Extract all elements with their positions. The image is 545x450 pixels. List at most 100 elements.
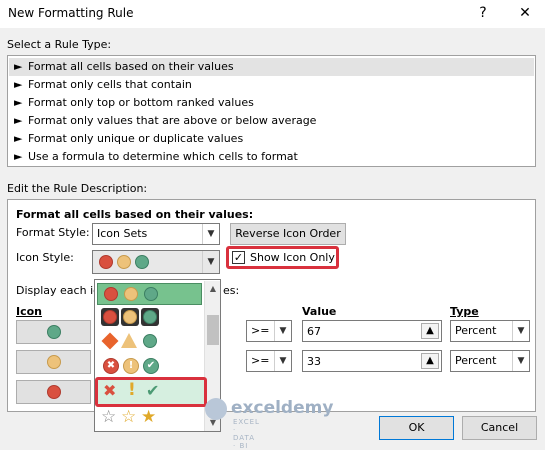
icon-style-option[interactable] xyxy=(97,283,202,305)
circled-x-icon: ✖ xyxy=(103,358,119,374)
display-each-icon-label-start: Display each ic xyxy=(16,284,100,297)
rule-type-item-label: Format all cells based on their values xyxy=(28,60,234,73)
arrow-icon: ► xyxy=(14,114,23,127)
rule-type-item[interactable]: ► Format all cells based on their values xyxy=(9,58,534,76)
rule-type-item[interactable]: ► Format only values that are above or be… xyxy=(9,112,534,130)
exclamation-icon: ! xyxy=(128,380,136,400)
arrow-icon: ► xyxy=(14,150,23,163)
yellow-circle-icon xyxy=(117,255,131,269)
yellow-triangle-icon xyxy=(121,333,137,348)
value-text: 67 xyxy=(307,325,321,338)
operator-select-2[interactable]: >= ▼ xyxy=(246,350,292,372)
format-style-select[interactable]: Icon Sets ▼ xyxy=(92,223,220,245)
chevron-down-icon: ▼ xyxy=(512,321,529,341)
arrow-icon: ► xyxy=(14,132,23,145)
operator-value: >= xyxy=(251,324,270,337)
value-column-header: Value xyxy=(302,305,337,318)
green-circle-icon xyxy=(47,325,61,339)
rule-type-item-label: Format only top or bottom ranked values xyxy=(28,96,254,109)
rule-type-item[interactable]: ► Format only cells that contain xyxy=(9,76,534,94)
rule-type-label: Select a Rule Type: xyxy=(7,38,112,51)
red-diamond-icon xyxy=(101,332,119,350)
type-value: Percent xyxy=(455,354,497,367)
icon-rule-2-button[interactable] xyxy=(16,350,91,374)
icon-style-option-highlighted[interactable]: ✖ ! ✔ xyxy=(95,377,207,407)
cancel-button[interactable]: Cancel xyxy=(462,416,537,440)
rimmed-yellow-light-icon xyxy=(121,308,139,326)
red-circle-icon xyxy=(104,287,118,301)
scroll-up-icon[interactable]: ▲ xyxy=(205,281,221,297)
chevron-down-icon: ▼ xyxy=(274,321,291,341)
reverse-icon-order-button[interactable]: Reverse Icon Order xyxy=(230,223,346,245)
chevron-down-icon: ▼ xyxy=(202,224,219,244)
description-heading: Format all cells based on their values: xyxy=(16,208,254,221)
value-text: 33 xyxy=(307,355,321,368)
yellow-circle-icon xyxy=(47,355,61,369)
show-icon-only-label: Show Icon Only xyxy=(250,251,335,264)
icon-column-header: Icon xyxy=(16,305,43,318)
green-circle-icon xyxy=(135,255,149,269)
circled-exclamation-icon: ! xyxy=(123,358,139,374)
rule-type-item-label: Format only cells that contain xyxy=(28,78,192,91)
rule-description-panel: Format all cells based on their values: … xyxy=(7,199,536,412)
arrow-icon: ► xyxy=(14,60,23,73)
type-column-header: Type xyxy=(450,305,479,318)
rule-type-item[interactable]: ► Use a formula to determine which cells … xyxy=(9,148,534,166)
format-style-label: Format Style: xyxy=(16,226,90,239)
icon-style-label: Icon Style: xyxy=(16,251,74,264)
green-circle-icon xyxy=(144,287,158,301)
ok-button[interactable]: OK xyxy=(379,416,454,440)
x-mark-icon: ✖ xyxy=(103,381,117,400)
close-button[interactable]: ✕ xyxy=(508,0,542,26)
green-circle-icon xyxy=(143,334,157,348)
help-button[interactable]: ? xyxy=(468,0,498,26)
icon-style-option[interactable]: ✖ ! ✔ xyxy=(97,355,202,377)
watermark-tagline: EXCEL · DATA · BI xyxy=(233,418,260,450)
rule-type-item[interactable]: ► Format only top or bottom ranked values xyxy=(9,94,534,112)
icon-style-option[interactable] xyxy=(97,307,202,329)
exceldemy-logo xyxy=(205,398,227,420)
title-bar: New Formatting Rule ? ✕ xyxy=(0,0,545,28)
yellow-circle-icon xyxy=(124,287,138,301)
up-arrow-icon[interactable]: ▲ xyxy=(421,353,439,369)
arrow-icon: ► xyxy=(14,78,23,91)
chevron-down-icon: ▼ xyxy=(274,351,291,371)
star-half-icon: ☆ xyxy=(121,407,137,427)
icon-style-option[interactable] xyxy=(97,331,202,353)
red-circle-icon xyxy=(47,385,61,399)
arrow-icon: ► xyxy=(14,96,23,109)
type-value: Percent xyxy=(455,324,497,337)
rimmed-green-light-icon xyxy=(141,308,159,326)
display-each-icon-label-end: es: xyxy=(223,284,240,297)
rule-type-item[interactable]: ► Format only unique or duplicate values xyxy=(9,130,534,148)
icon-rule-3-button[interactable] xyxy=(16,380,91,404)
format-style-value: Icon Sets xyxy=(97,227,148,240)
chevron-down-icon: ▼ xyxy=(512,351,529,371)
rule-type-list[interactable]: ► Format all cells based on their values … xyxy=(7,55,536,167)
show-icon-only-checkbox[interactable]: ✓ xyxy=(232,251,245,264)
operator-select-1[interactable]: >= ▼ xyxy=(246,320,292,342)
new-formatting-rule-dialog: New Formatting Rule ? ✕ Select a Rule Ty… xyxy=(0,0,545,450)
type-select-1[interactable]: Percent ▼ xyxy=(450,320,530,342)
star-full-icon: ★ xyxy=(141,407,157,427)
rule-type-item-label: Format only unique or duplicate values xyxy=(28,132,244,145)
chevron-down-icon: ▼ xyxy=(202,251,219,273)
rimmed-red-light-icon xyxy=(101,308,119,326)
operator-value: >= xyxy=(251,354,270,367)
check-mark-icon: ✔ xyxy=(146,381,160,400)
icon-style-option[interactable]: ☆ ☆ ★ xyxy=(96,407,206,429)
value-input-2[interactable]: 33 ▲ xyxy=(302,350,442,372)
rule-type-item-label: Use a formula to determine which cells t… xyxy=(28,150,298,163)
scroll-thumb[interactable] xyxy=(207,315,219,345)
rule-description-label: Edit the Rule Description: xyxy=(7,182,148,195)
red-circle-icon xyxy=(99,255,113,269)
icon-rule-1-button[interactable] xyxy=(16,320,91,344)
icon-style-select[interactable]: ▼ xyxy=(92,250,220,274)
type-select-2[interactable]: Percent ▼ xyxy=(450,350,530,372)
circled-check-icon: ✔ xyxy=(143,358,159,374)
watermark-name: exceldemy xyxy=(231,398,334,418)
up-arrow-icon[interactable]: ▲ xyxy=(421,323,439,339)
value-input-1[interactable]: 67 ▲ xyxy=(302,320,442,342)
star-empty-icon: ☆ xyxy=(101,407,117,427)
rule-type-item-label: Format only values that are above or bel… xyxy=(28,114,317,127)
